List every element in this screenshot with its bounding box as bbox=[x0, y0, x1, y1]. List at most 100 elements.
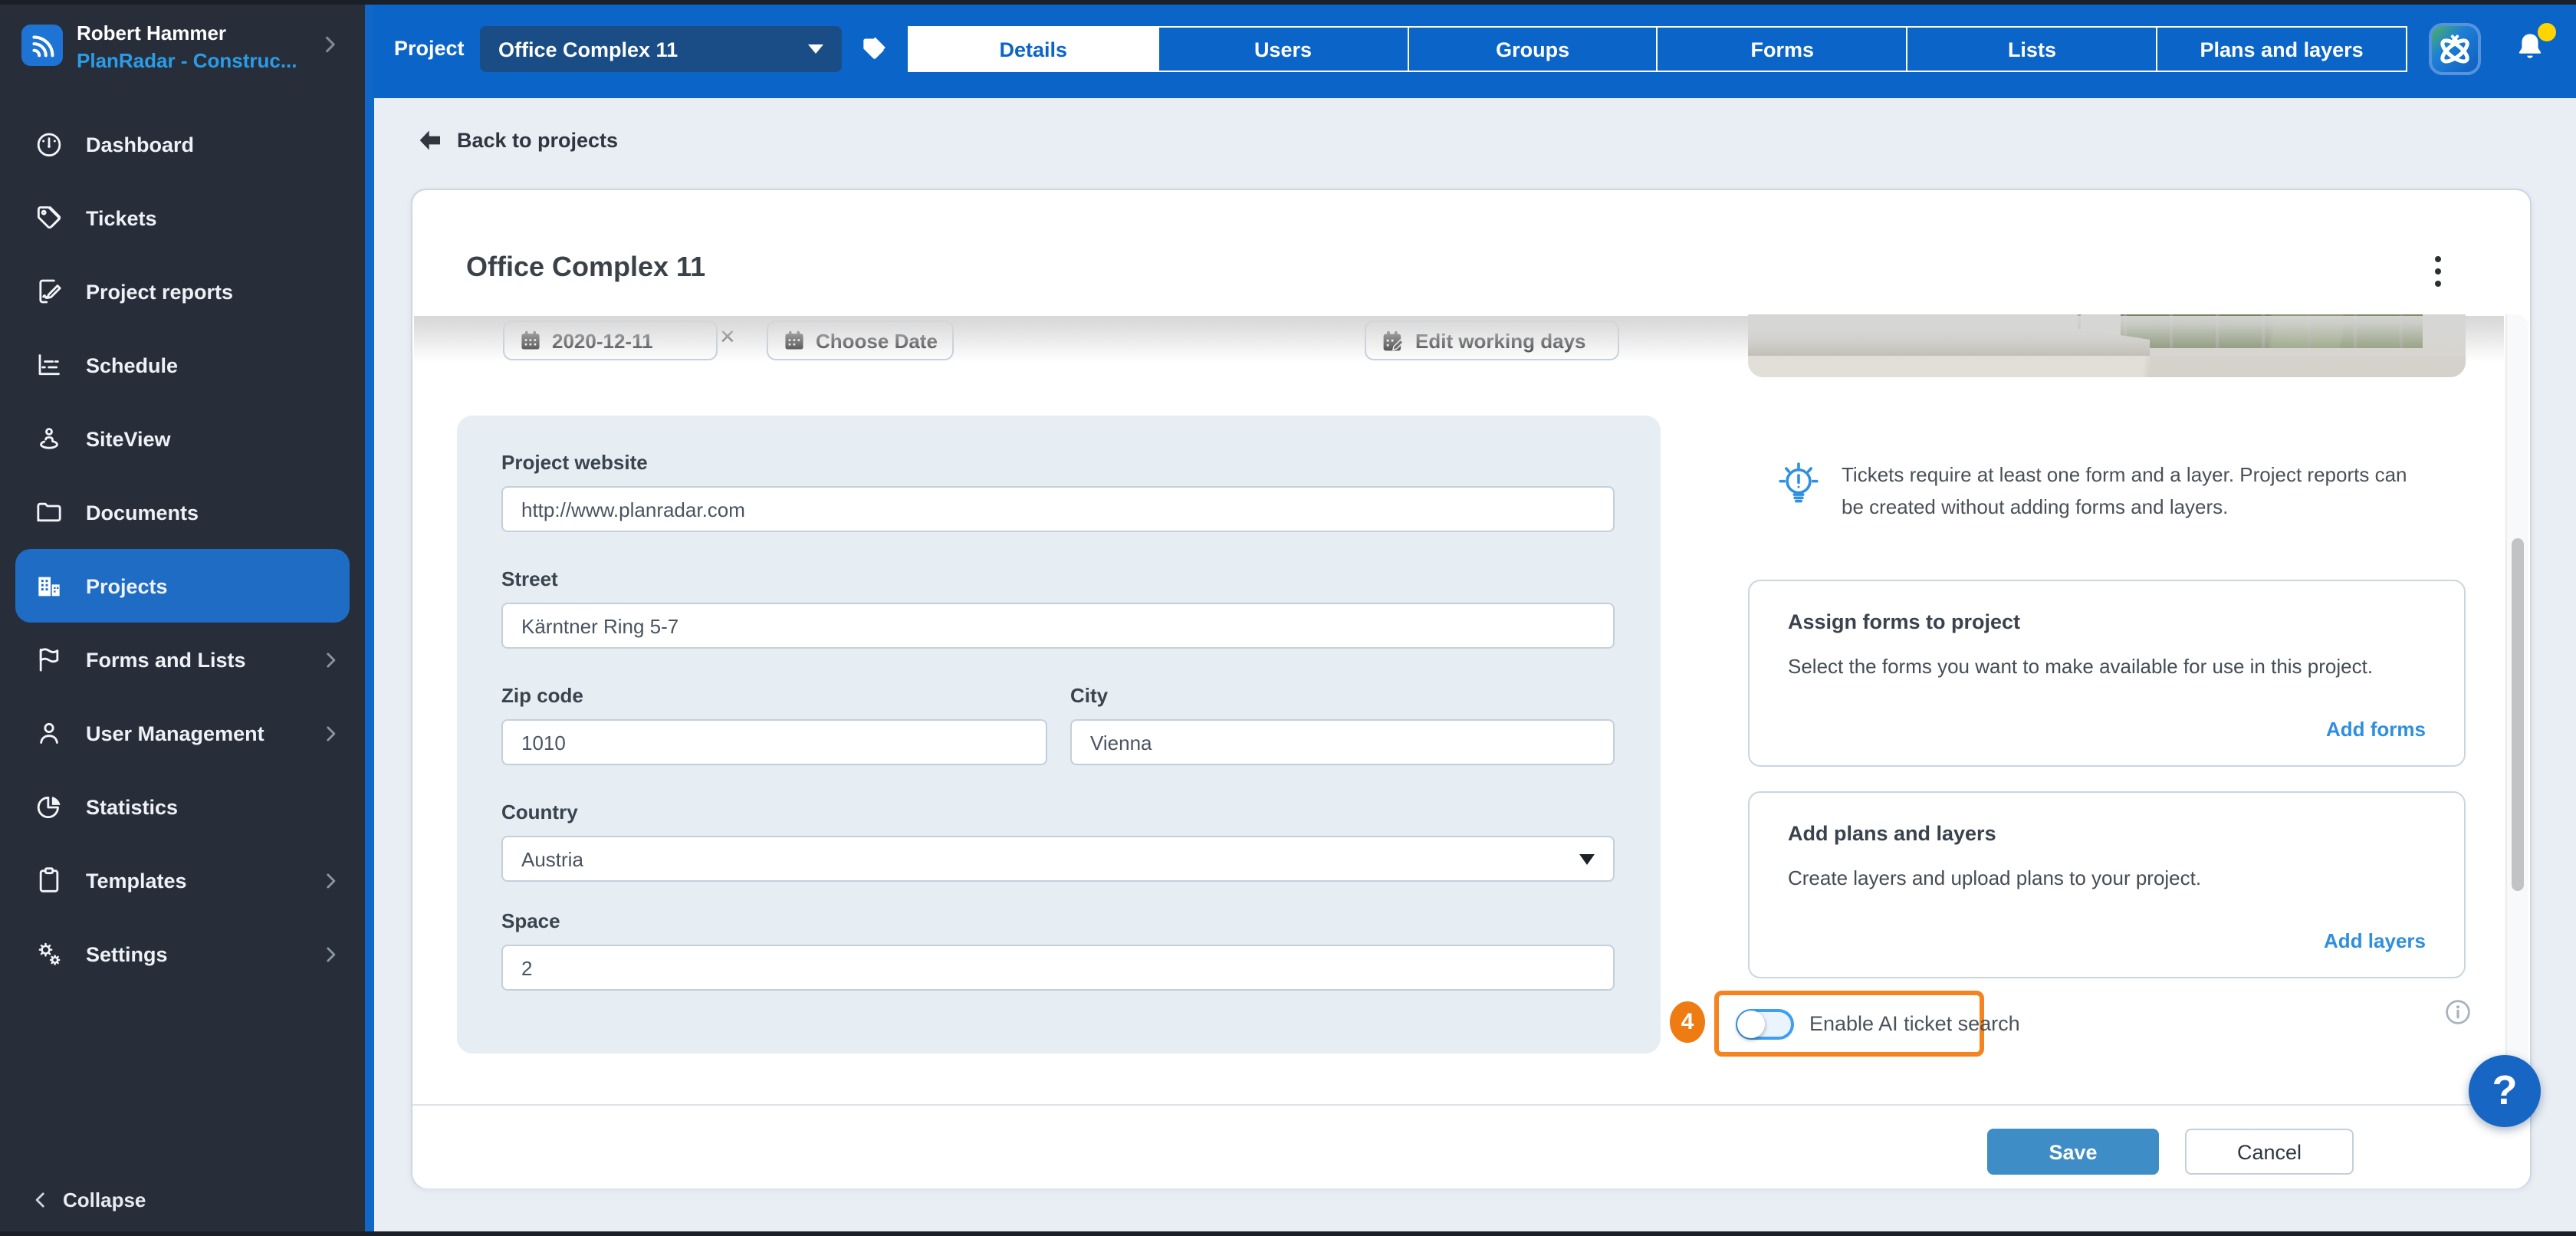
sidebar-item-label: Documents bbox=[86, 501, 199, 524]
tab-groups[interactable]: Groups bbox=[1408, 28, 1658, 71]
ai-assistant-button[interactable] bbox=[2429, 23, 2481, 75]
sidebar-collapse-button[interactable]: Collapse bbox=[0, 1178, 146, 1221]
sidebar-item-settings[interactable]: Settings bbox=[15, 917, 350, 991]
sidebar-item-statistics[interactable]: Statistics bbox=[15, 770, 350, 843]
tag-icon bbox=[34, 202, 64, 233]
card-body: Select the forms you want to make availa… bbox=[1788, 655, 2373, 678]
toggle-knob bbox=[1737, 1010, 1765, 1037]
sidebar: Robert Hammer PlanRadar - Construc... Da… bbox=[0, 0, 365, 1236]
notification-dot bbox=[2538, 23, 2556, 41]
photo-ground bbox=[1748, 356, 2466, 377]
address-form-panel: Project website Street Zip code City Cou… bbox=[457, 416, 1661, 1054]
chevron-down-icon bbox=[808, 44, 823, 54]
page-title: Office Complex 11 bbox=[466, 251, 705, 284]
save-button[interactable]: Save bbox=[1987, 1129, 2159, 1175]
cancel-button[interactable]: Cancel bbox=[2185, 1129, 2354, 1175]
tab-users[interactable]: Users bbox=[1159, 28, 1409, 71]
project-details-card: Office Complex 11 2020-12-11 ✕ bbox=[411, 189, 2532, 1188]
screenshot-root: Robert Hammer PlanRadar - Construc... Da… bbox=[0, 0, 2576, 1236]
calendar-edit-icon bbox=[1382, 329, 1405, 352]
info-icon[interactable] bbox=[2444, 998, 2472, 1026]
sidebar-item-projects[interactable]: Projects bbox=[15, 549, 350, 623]
sidebar-menu: Dashboard Tickets bbox=[0, 107, 365, 991]
project-website-input[interactable] bbox=[501, 486, 1615, 532]
country-value: Austria bbox=[521, 847, 583, 870]
tab-plans-and-layers[interactable]: Plans and layers bbox=[2157, 28, 2406, 71]
project-selector[interactable]: Office Complex 11 bbox=[480, 26, 842, 72]
scrollbar-thumb[interactable] bbox=[2512, 538, 2524, 891]
tip-text: Tickets require at least one form and a … bbox=[1842, 460, 2427, 524]
street-input[interactable] bbox=[501, 603, 1615, 649]
lightbulb-icon bbox=[1773, 460, 1825, 512]
sidebar-item-label: Projects bbox=[86, 574, 168, 597]
gears-icon bbox=[34, 939, 64, 969]
buildings-icon bbox=[34, 570, 64, 601]
card-title: Add plans and layers bbox=[1788, 822, 1996, 845]
user-name: Robert Hammer bbox=[77, 21, 226, 44]
start-date-chip[interactable]: 2020-12-11 bbox=[503, 321, 718, 360]
sidebar-item-label: Project reports bbox=[86, 280, 233, 303]
card-body: Create layers and upload plans to your p… bbox=[1788, 866, 2201, 889]
sidebar-item-label: Dashboard bbox=[86, 133, 194, 156]
vertical-scrollbar[interactable] bbox=[2505, 314, 2528, 1104]
card-title: Assign forms to project bbox=[1788, 610, 2020, 633]
clear-date-icon[interactable]: ✕ bbox=[719, 325, 736, 350]
project-tabs: Details Users Groups Forms Lists Plans a… bbox=[908, 26, 2407, 72]
ai-toggle-highlight-box: Enable AI ticket search bbox=[1714, 991, 1984, 1057]
sidebar-item-dashboard[interactable]: Dashboard bbox=[15, 107, 350, 181]
sidebar-item-tickets[interactable]: Tickets bbox=[15, 181, 350, 255]
chevron-down-icon bbox=[1579, 853, 1595, 864]
folder-icon bbox=[34, 497, 64, 528]
tab-lists[interactable]: Lists bbox=[1908, 28, 2158, 71]
person-icon bbox=[34, 718, 64, 748]
project-tag-icon[interactable] bbox=[859, 34, 889, 64]
field-label: Space bbox=[501, 909, 560, 932]
kebab-menu-icon[interactable] bbox=[2426, 255, 2450, 288]
field-label: Country bbox=[501, 800, 578, 823]
sidebar-item-user-management[interactable]: User Management bbox=[15, 696, 350, 770]
country-select[interactable]: Austria bbox=[501, 836, 1615, 882]
sidebar-item-documents[interactable]: Documents bbox=[15, 475, 350, 549]
help-fab[interactable]: ? bbox=[2469, 1055, 2541, 1127]
calendar-icon bbox=[520, 330, 541, 351]
zip-code-input[interactable] bbox=[501, 719, 1047, 765]
chevron-right-icon bbox=[320, 870, 340, 890]
field-label: Project website bbox=[501, 451, 648, 474]
sidebar-item-forms-and-lists[interactable]: Forms and Lists bbox=[15, 623, 350, 696]
account-name: PlanRadar - Construc... bbox=[77, 49, 297, 72]
back-to-projects-link[interactable]: Back to projects bbox=[417, 129, 618, 152]
ai-toggle-label: Enable AI ticket search bbox=[1809, 1012, 2020, 1035]
sidebar-item-schedule[interactable]: Schedule bbox=[15, 328, 350, 402]
add-layers-link[interactable]: Add layers bbox=[2324, 929, 2426, 952]
window-edge-bottom bbox=[0, 1231, 2576, 1236]
tab-details[interactable]: Details bbox=[909, 28, 1159, 71]
chevron-right-icon bbox=[320, 944, 340, 964]
chevron-right-icon bbox=[320, 649, 340, 669]
city-input[interactable] bbox=[1070, 719, 1615, 765]
chevron-right-icon bbox=[320, 723, 340, 743]
window-edge-top bbox=[0, 0, 2576, 5]
sidebar-item-siteview[interactable]: SiteView bbox=[15, 402, 350, 475]
assign-forms-card: Assign forms to project Select the forms… bbox=[1748, 580, 2466, 767]
choose-date-button[interactable]: Choose Date bbox=[767, 321, 954, 360]
field-label: Zip code bbox=[501, 684, 583, 707]
chevron-right-icon bbox=[319, 34, 340, 55]
add-plans-card: Add plans and layers Create layers and u… bbox=[1748, 791, 2466, 978]
chevron-left-icon bbox=[31, 1189, 51, 1209]
account-switcher[interactable]: Robert Hammer PlanRadar - Construc... bbox=[0, 15, 365, 95]
report-pencil-icon bbox=[34, 276, 64, 307]
planradar-logo bbox=[21, 25, 63, 66]
space-input[interactable] bbox=[501, 945, 1615, 991]
edit-working-days-button[interactable]: Edit working days bbox=[1365, 321, 1619, 360]
sidebar-item-label: Forms and Lists bbox=[86, 648, 246, 671]
sidebar-item-project-reports[interactable]: Project reports bbox=[15, 255, 350, 328]
sidebar-item-label: Tickets bbox=[86, 206, 157, 229]
notifications-bell-icon[interactable] bbox=[2512, 28, 2551, 71]
person-location-icon bbox=[34, 423, 64, 454]
sidebar-item-label: SiteView bbox=[86, 427, 171, 450]
card-footer: Save Cancel bbox=[412, 1104, 2530, 1188]
add-forms-link[interactable]: Add forms bbox=[2326, 718, 2426, 741]
sidebar-item-templates[interactable]: Templates bbox=[15, 843, 350, 917]
tab-forms[interactable]: Forms bbox=[1658, 28, 1908, 71]
ai-ticket-search-toggle[interactable] bbox=[1736, 1008, 1794, 1039]
